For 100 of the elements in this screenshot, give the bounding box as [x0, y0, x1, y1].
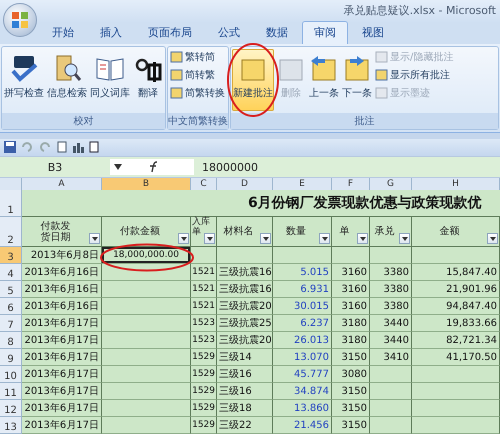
dropdown-arrow-icon: [490, 236, 496, 240]
empty-cell: [332, 247, 370, 264]
column-heading: 单: [332, 217, 370, 247]
row-header[interactable]: 8: [0, 332, 22, 349]
column-heading: 承兑: [370, 217, 412, 247]
ribbon-small-button[interactable]: 显示所有批注: [374, 66, 454, 83]
ribbon-small-button[interactable]: 简繁转换: [169, 84, 226, 101]
row-header[interactable]: 12: [0, 400, 22, 417]
table-cell: 3150: [332, 417, 370, 434]
row-header[interactable]: 9: [0, 349, 22, 366]
formula-input[interactable]: 18000000: [194, 160, 500, 174]
table-cell: 6.237: [273, 315, 332, 332]
row-header[interactable]: 6: [0, 298, 22, 315]
table-cell: 5.015: [273, 264, 332, 281]
table-cell: 3180: [332, 315, 370, 332]
table-cell: 2013年6月16日: [22, 281, 102, 298]
dropdown-arrow-icon: [180, 236, 186, 240]
column-header[interactable]: A: [22, 178, 102, 190]
table-cell: 1529: [191, 366, 217, 383]
ribbon-tab[interactable]: 开始: [40, 20, 86, 44]
row-header[interactable]: 4: [0, 264, 22, 281]
filter-button[interactable]: [260, 233, 271, 244]
row-header[interactable]: 5: [0, 281, 22, 298]
row-header[interactable]: 3: [0, 247, 22, 264]
empty-cell: [370, 400, 412, 417]
ribbon-tab[interactable]: 公式: [206, 20, 252, 44]
group-label: 中文简繁转换: [168, 112, 228, 129]
row-header[interactable]: 10: [0, 366, 22, 383]
column-header[interactable]: G: [370, 178, 412, 190]
column-heading: 付款发货日期: [22, 217, 102, 247]
table-cell: 1529: [191, 417, 217, 434]
table-cell: 6.931: [273, 281, 332, 298]
empty-cell: [273, 247, 332, 264]
table-cell: 三级抗震16: [217, 281, 273, 298]
column-header[interactable]: D: [217, 178, 273, 190]
table-cell: 3380: [370, 281, 412, 298]
table-cell: 3080: [332, 366, 370, 383]
ribbon-tab[interactable]: 审阅: [302, 20, 348, 44]
sheet-title: 6月份钢厂发票现款优惠与政策现款优: [22, 190, 500, 217]
table-cell: 三级抗震20: [217, 332, 273, 349]
ribbon-small-button[interactable]: 繁转简: [169, 48, 226, 65]
table-cell: 三级22: [217, 417, 273, 434]
table-cell: 三级16: [217, 383, 273, 400]
row-header[interactable]: 11: [0, 383, 22, 400]
ribbon-small-button[interactable]: 简转繁: [169, 66, 226, 83]
document-icon[interactable]: [56, 141, 68, 154]
dropdown-arrow-icon: [262, 236, 268, 240]
filter-button[interactable]: [178, 233, 189, 244]
table-cell: 15,847.40: [412, 264, 500, 281]
filter-button[interactable]: [357, 233, 368, 244]
ribbon-button[interactable]: 新建批注: [232, 48, 274, 111]
small-command-icon: [170, 68, 184, 82]
column-header[interactable]: E: [273, 178, 332, 190]
column-heading: 材料名: [217, 217, 273, 247]
row-header[interactable]: 2: [0, 217, 22, 247]
table-cell: 1529: [191, 400, 217, 417]
table-cell: 1521: [191, 298, 217, 315]
row-header[interactable]: 13: [0, 417, 22, 434]
filter-button[interactable]: [204, 233, 215, 244]
save-icon[interactable]: [4, 141, 16, 154]
function-icon[interactable]: [148, 161, 160, 174]
ribbon-tab[interactable]: 页面布局: [136, 20, 204, 44]
filter-button[interactable]: [399, 233, 410, 244]
ribbon-button[interactable]: 翻译: [132, 48, 164, 111]
column-header[interactable]: H: [412, 178, 500, 190]
table-cell: 2013年6月17日: [22, 400, 102, 417]
table-cell: 30.015: [273, 298, 332, 315]
table-cell: 21,901.96: [412, 281, 500, 298]
office-logo-icon: [11, 11, 29, 29]
table-cell: 1521: [191, 264, 217, 281]
small-command-icon: [170, 86, 184, 100]
table-cell: 3380: [370, 298, 412, 315]
table-cell: 1521: [191, 281, 217, 298]
ribbon-tab[interactable]: 数据: [254, 20, 300, 44]
ribbon-tab[interactable]: 视图: [350, 20, 396, 44]
new-page-icon[interactable]: [88, 141, 100, 154]
column-header[interactable]: F: [332, 178, 370, 190]
ribbon-button[interactable]: 同义词库: [89, 48, 131, 111]
ribbon-button[interactable]: 上一条: [308, 48, 340, 111]
table-cell: 94,847.40: [412, 298, 500, 315]
table-cell: 18,000,000.00: [102, 247, 191, 264]
filter-button[interactable]: [89, 233, 100, 244]
ribbon-button[interactable]: 拼写检查: [3, 48, 45, 111]
empty-cell: [370, 366, 412, 383]
chart-icon[interactable]: [72, 141, 84, 154]
dropdown-arrow-icon[interactable]: [114, 164, 122, 170]
filter-button[interactable]: [319, 233, 330, 244]
ribbon-button[interactable]: 信息检索: [46, 48, 88, 111]
ribbon-tab[interactable]: 插入: [88, 20, 134, 44]
column-header[interactable]: B: [102, 178, 191, 190]
row-header[interactable]: 1: [0, 190, 22, 217]
filter-button[interactable]: [487, 233, 498, 244]
table-cell: 3440: [370, 332, 412, 349]
name-box[interactable]: B3: [0, 160, 110, 174]
row-header[interactable]: 7: [0, 315, 22, 332]
ribbon-button[interactable]: 下一条: [341, 48, 373, 111]
column-header[interactable]: C: [191, 178, 217, 190]
table-cell: 3180: [332, 332, 370, 349]
table-cell: 2013年6月17日: [22, 417, 102, 434]
dropdown-arrow-icon: [402, 236, 408, 240]
